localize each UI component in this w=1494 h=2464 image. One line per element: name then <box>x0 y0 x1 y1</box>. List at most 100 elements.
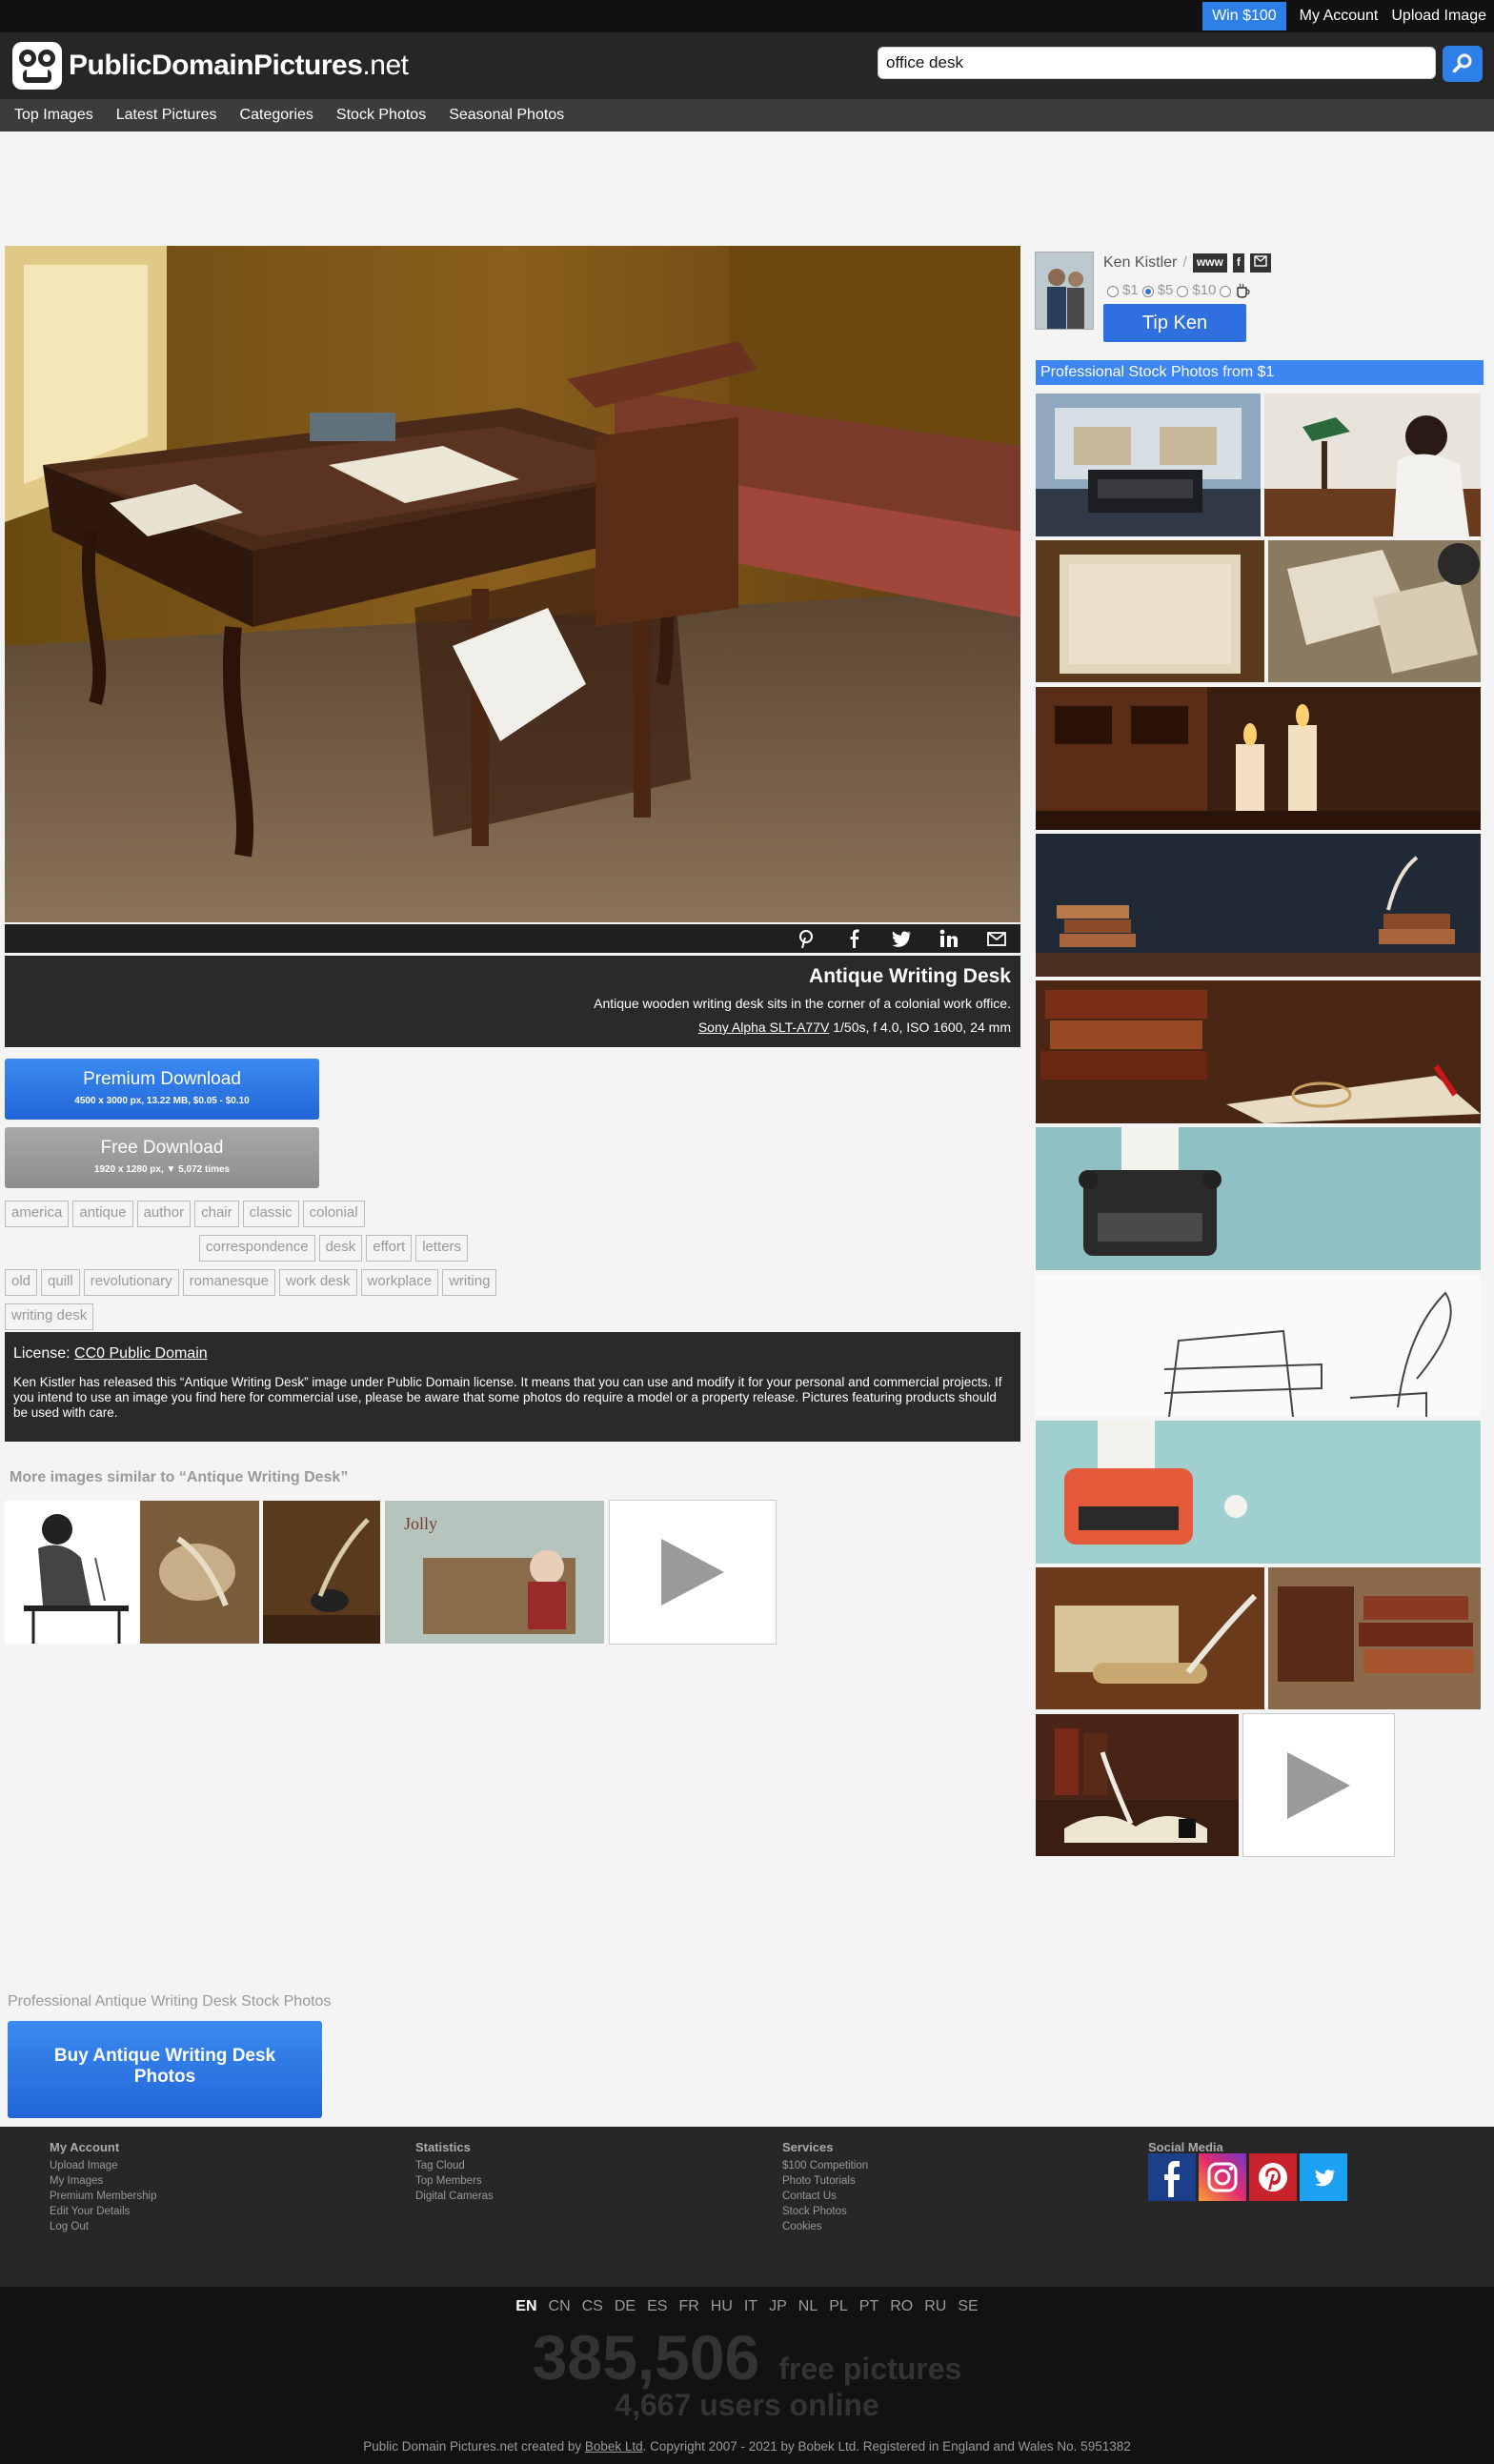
lang-nl[interactable]: NL <box>798 2298 818 2315</box>
lang-se[interactable]: SE <box>958 2298 978 2315</box>
tip-radio-1[interactable] <box>1107 285 1119 297</box>
upload-image-link[interactable]: Upload Image <box>1391 8 1486 25</box>
avatar[interactable] <box>1035 252 1094 330</box>
search-input[interactable] <box>878 47 1436 79</box>
lang-es[interactable]: ES <box>647 2298 667 2315</box>
tag[interactable]: correspondence <box>199 1235 315 1262</box>
lang-de[interactable]: DE <box>615 2298 636 2315</box>
footer-link[interactable]: Contact Us <box>782 2189 868 2204</box>
tip-radio-5[interactable] <box>1141 285 1154 297</box>
lang-pt[interactable]: PT <box>859 2298 878 2315</box>
similar-image-3[interactable] <box>263 1501 380 1644</box>
footer-link[interactable]: $100 Competition <box>782 2158 868 2173</box>
tip-radio-10[interactable] <box>1177 285 1189 297</box>
stock-thumb-scroll[interactable] <box>1036 1567 1264 1709</box>
pinterest-icon[interactable] <box>1249 2153 1297 2201</box>
lang-it[interactable]: IT <box>744 2298 757 2315</box>
tip-radio-coffee[interactable] <box>1220 285 1232 297</box>
lang-cs[interactable]: CS <box>582 2298 603 2315</box>
nav-stock-photos[interactable]: Stock Photos <box>336 107 426 124</box>
linkedin-icon[interactable] <box>939 928 959 949</box>
lang-hu[interactable]: HU <box>711 2298 733 2315</box>
tag[interactable]: effort <box>366 1235 413 1262</box>
nav-categories[interactable]: Categories <box>240 107 313 124</box>
lang-cn[interactable]: CN <box>549 2298 571 2315</box>
stock-thumb-sketch-books[interactable] <box>1036 1274 1481 1417</box>
tag[interactable]: revolutionary <box>83 1269 179 1296</box>
tag[interactable]: classic <box>242 1201 299 1227</box>
stock-thumb-woman-writing[interactable] <box>1264 394 1481 536</box>
author-facebook-button[interactable]: f <box>1232 253 1244 273</box>
author-name[interactable]: Ken Kistler <box>1103 254 1177 272</box>
tag[interactable]: quill <box>41 1269 80 1296</box>
stock-thumb-candles[interactable] <box>1036 687 1481 830</box>
twitter-icon[interactable] <box>1300 2153 1347 2201</box>
footer-link[interactable]: Cookies <box>782 2219 868 2234</box>
buy-photos-button[interactable]: Buy Antique Writing Desk Photos <box>8 2021 322 2118</box>
tag[interactable]: romanesque <box>182 1269 275 1296</box>
tag[interactable]: work desk <box>279 1269 357 1296</box>
footer-link[interactable]: Premium Membership <box>50 2189 156 2204</box>
bobek-link[interactable]: Bobek Ltd <box>585 2439 643 2454</box>
pinterest-icon[interactable] <box>796 928 817 949</box>
footer-link[interactable]: Top Members <box>415 2173 494 2189</box>
footer-link[interactable]: Tag Cloud <box>415 2158 494 2173</box>
camera-link[interactable]: Sony Alpha SLT-A77V <box>698 1020 830 1035</box>
similar-image-4[interactable]: Jolly <box>385 1501 604 1644</box>
tag[interactable]: old <box>5 1269 38 1296</box>
nav-top-images[interactable]: Top Images <box>14 107 93 124</box>
lang-ro[interactable]: RO <box>890 2298 913 2315</box>
footer-link[interactable]: Digital Cameras <box>415 2189 494 2204</box>
instagram-icon[interactable] <box>1199 2153 1246 2201</box>
tag[interactable]: writing <box>442 1269 497 1296</box>
footer-link[interactable]: Log Out <box>50 2219 156 2234</box>
license-link[interactable]: CC0 Public Domain <box>74 1345 208 1362</box>
footer-link[interactable]: Stock Photos <box>782 2204 868 2219</box>
more-stock-button[interactable] <box>1242 1713 1395 1857</box>
stock-thumb-typewriter-teal[interactable] <box>1036 1127 1481 1270</box>
tip-button[interactable]: Tip Ken <box>1103 304 1246 342</box>
lang-jp[interactable]: JP <box>769 2298 787 2315</box>
stock-thumb-red-typewriter[interactable] <box>1036 1421 1481 1564</box>
lang-ru[interactable]: RU <box>924 2298 946 2315</box>
stock-thumb-open-book[interactable] <box>1036 1714 1239 1856</box>
lang-fr[interactable]: FR <box>678 2298 698 2315</box>
win-100-button[interactable]: Win $100 <box>1202 2 1286 30</box>
my-account-link[interactable]: My Account <box>1300 8 1379 25</box>
stock-thumb-book-stack[interactable] <box>1268 1567 1481 1709</box>
similar-image-2[interactable] <box>140 1501 259 1644</box>
more-similar-button[interactable] <box>609 1500 777 1645</box>
stock-thumb-typewriter-window[interactable] <box>1036 394 1261 536</box>
tag[interactable]: antique <box>72 1201 133 1227</box>
tag[interactable]: writing desk <box>5 1303 94 1330</box>
nav-seasonal-photos[interactable]: Seasonal Photos <box>449 107 564 124</box>
twitter-icon[interactable] <box>891 928 912 949</box>
footer-link[interactable]: Photo Tutorials <box>782 2173 868 2189</box>
facebook-icon[interactable] <box>1148 2153 1196 2201</box>
stock-photos-header[interactable]: Professional Stock Photos from $1 <box>1036 360 1484 385</box>
facebook-icon[interactable] <box>843 928 864 949</box>
footer-link[interactable]: My Images <box>50 2173 156 2189</box>
email-icon[interactable] <box>986 928 1007 949</box>
footer-link[interactable]: Edit Your Details <box>50 2204 156 2219</box>
author-website-button[interactable]: www <box>1192 253 1227 273</box>
premium-download-button[interactable]: Premium Download 4500 x 3000 px, 13.22 M… <box>5 1059 319 1120</box>
search-button[interactable] <box>1443 46 1483 82</box>
tag[interactable]: colonial <box>302 1201 365 1227</box>
footer-link[interactable]: Upload Image <box>50 2158 156 2173</box>
stock-thumb-desk-papers[interactable] <box>1268 540 1481 682</box>
stock-thumb-old-books[interactable] <box>1036 980 1481 1123</box>
nav-latest-pictures[interactable]: Latest Pictures <box>116 107 217 124</box>
stock-thumb-books-chalkboard[interactable] <box>1036 834 1481 977</box>
lang-en[interactable]: EN <box>515 2298 536 2315</box>
lang-pl[interactable]: PL <box>829 2298 848 2315</box>
tag[interactable]: chair <box>194 1201 239 1227</box>
main-photo[interactable] <box>5 246 1020 922</box>
tag[interactable]: america <box>5 1201 70 1227</box>
tag[interactable]: author <box>136 1201 192 1227</box>
similar-image-1[interactable] <box>5 1501 140 1644</box>
stock-thumb-parchment[interactable] <box>1036 540 1264 682</box>
tag[interactable]: workplace <box>360 1269 439 1296</box>
site-logo[interactable]: PublicDomainPictures.net <box>11 41 409 91</box>
tag[interactable]: desk <box>318 1235 363 1262</box>
